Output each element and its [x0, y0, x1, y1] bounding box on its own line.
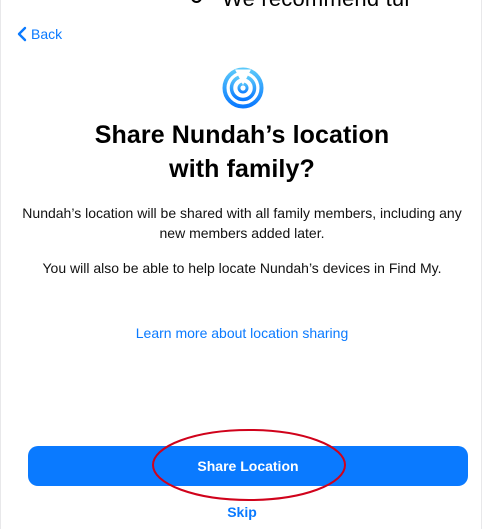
back-button[interactable]: Back [17, 25, 62, 43]
share-location-label: Share Location [197, 458, 299, 474]
skip-button[interactable]: Skip [1, 504, 482, 520]
title-line-2: with family? [169, 155, 315, 183]
overlay-text: We recommend tur [222, 0, 412, 8]
share-location-button[interactable]: Share Location [28, 446, 468, 486]
location-sharing-icon [222, 67, 264, 109]
bullet-icon [191, 0, 202, 3]
share-location-sheet: We recommend tur Back Share Nundah’s loc… [0, 0, 482, 529]
learn-more-link[interactable]: Learn more about location sharing [1, 325, 482, 341]
find-my-description: You will also be able to help locate Nun… [42, 260, 442, 276]
page-title: Share Nundah’s location with family? [1, 118, 482, 186]
sharing-description: Nundah’s location will be shared with al… [22, 205, 462, 241]
title-line-1: Share Nundah’s location [94, 121, 390, 149]
back-label: Back [31, 26, 63, 42]
chevron-left-icon [17, 26, 27, 42]
partially-visible-bullet-text: We recommend tur [1, 0, 482, 8]
